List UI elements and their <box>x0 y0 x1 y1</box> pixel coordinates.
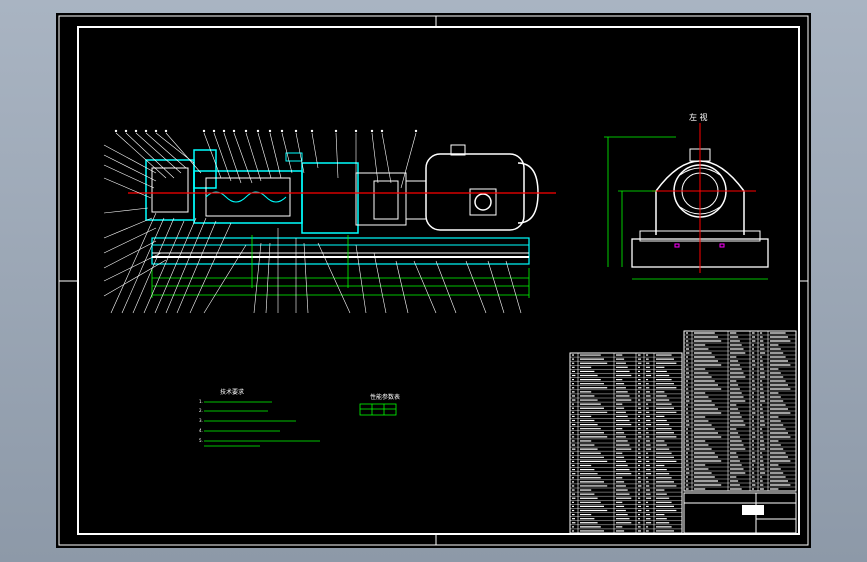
title-block <box>683 492 797 534</box>
svg-text:2.: 2. <box>199 408 203 413</box>
cad-drawing: 左 视 技术要求 1. 2. 3. 4. 5. 性能参数表 <box>58 15 809 546</box>
motor-body <box>425 153 525 231</box>
performance-table: 性能参数表 <box>359 393 400 416</box>
item-balloons <box>114 129 418 133</box>
performance-table-title: 性能参数表 <box>370 393 400 401</box>
base-plate <box>151 237 530 265</box>
coupling <box>373 180 399 220</box>
tech-requirements-lines <box>204 401 320 447</box>
inner-frame <box>77 26 800 535</box>
title-block-stamp <box>742 505 764 515</box>
frame-center-marks <box>59 16 808 545</box>
main-view <box>103 129 556 314</box>
drawing-sheet: 左 视 技术要求 1. 2. 3. 4. 5. 性能参数表 <box>56 13 811 548</box>
inlet-housing <box>145 159 195 221</box>
outer-frame <box>58 15 809 546</box>
tech-requirements: 技术要求 1. 2. 3. 4. 5. <box>199 388 320 447</box>
suction-chamber <box>301 162 359 234</box>
tech-requirements-numbers: 1. 2. 3. 4. 5. <box>199 399 203 443</box>
tech-requirements-title: 技术要求 <box>220 388 244 396</box>
parts-list-right <box>683 330 797 492</box>
leader-lines-bottom <box>110 212 522 314</box>
svg-text:4.: 4. <box>199 428 203 433</box>
parts-list-left <box>569 352 683 534</box>
svg-text:1.: 1. <box>199 399 203 404</box>
svg-text:5.: 5. <box>199 438 203 443</box>
side-view: 左 视 <box>604 112 769 280</box>
side-view-title: 左 视 <box>689 112 708 122</box>
dimension-lines <box>151 235 530 298</box>
cad-viewport[interactable]: 左 视 技术要求 1. 2. 3. 4. 5. 性能参数表 <box>0 0 867 562</box>
svg-text:3.: 3. <box>199 418 203 423</box>
